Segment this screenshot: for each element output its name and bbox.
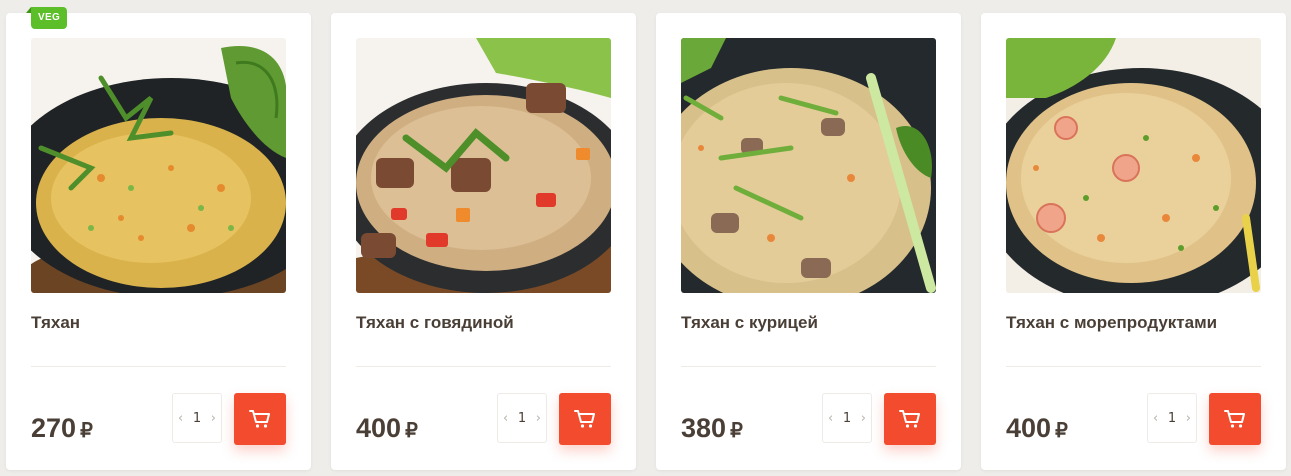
price-value: 380 (681, 413, 727, 443)
cart-icon (574, 410, 595, 428)
cart-icon (1224, 410, 1245, 428)
currency-symbol: ₽ (80, 420, 93, 442)
add-to-cart-button[interactable] (884, 393, 936, 445)
cart-icon (249, 410, 270, 428)
veg-badge: VEG (25, 7, 68, 29)
product-price: 270 ₽ (31, 413, 93, 444)
increase-button[interactable]: › (1186, 412, 1191, 425)
price-value: 400 (356, 413, 402, 443)
product-card: VEG Тяхан 270 ₽ ‹ 1 › (6, 7, 311, 470)
product-image[interactable] (1006, 38, 1261, 293)
increase-button[interactable]: › (536, 412, 541, 425)
product-name[interactable]: Тяхан с говядиной (356, 313, 618, 333)
quantity-stepper: ‹ 1 › (1147, 393, 1197, 443)
product-price: 380 ₽ (681, 413, 743, 444)
currency-symbol: ₽ (405, 420, 418, 442)
product-card: Тяхан с курицей 380 ₽ ‹ 1 › (656, 13, 961, 470)
quantity-value[interactable]: 1 (843, 411, 851, 426)
quantity-value[interactable]: 1 (1168, 411, 1176, 426)
product-card: Тяхан с морепродуктами 400 ₽ ‹ 1 › (981, 13, 1286, 470)
quantity-value[interactable]: 1 (518, 411, 526, 426)
product-image[interactable] (31, 38, 286, 293)
decrease-button[interactable]: ‹ (503, 412, 508, 425)
price-value: 400 (1006, 413, 1052, 443)
currency-symbol: ₽ (730, 420, 743, 442)
divider (681, 366, 936, 367)
decrease-button[interactable]: ‹ (828, 412, 833, 425)
price-value: 270 (31, 413, 77, 443)
product-price: 400 ₽ (1006, 413, 1068, 444)
add-to-cart-button[interactable] (1209, 393, 1261, 445)
divider (1006, 366, 1261, 367)
product-name[interactable]: Тяхан с морепродуктами (1006, 313, 1268, 333)
quantity-stepper: ‹ 1 › (822, 393, 872, 443)
increase-button[interactable]: › (861, 412, 866, 425)
cart-icon (899, 410, 920, 428)
product-card: Тяхан с говядиной 400 ₽ ‹ 1 › (331, 13, 636, 470)
quantity-value[interactable]: 1 (193, 411, 201, 426)
quantity-stepper: ‹ 1 › (497, 393, 547, 443)
quantity-stepper: ‹ 1 › (172, 393, 222, 443)
currency-symbol: ₽ (1055, 420, 1068, 442)
product-name[interactable]: Тяхан (31, 313, 293, 333)
decrease-button[interactable]: ‹ (178, 412, 183, 425)
product-grid: VEG Тяхан 270 ₽ ‹ 1 › Тяхан с говядиной … (0, 0, 1291, 476)
divider (31, 366, 286, 367)
increase-button[interactable]: › (211, 412, 216, 425)
product-image[interactable] (681, 38, 936, 293)
add-to-cart-button[interactable] (234, 393, 286, 445)
add-to-cart-button[interactable] (559, 393, 611, 445)
divider (356, 366, 611, 367)
product-name[interactable]: Тяхан с курицей (681, 313, 943, 333)
decrease-button[interactable]: ‹ (1153, 412, 1158, 425)
product-image[interactable] (356, 38, 611, 293)
product-price: 400 ₽ (356, 413, 418, 444)
